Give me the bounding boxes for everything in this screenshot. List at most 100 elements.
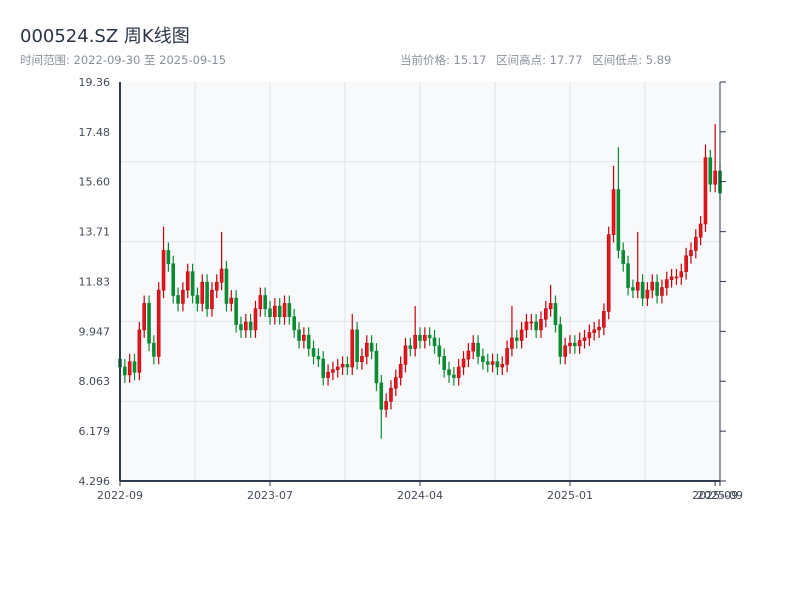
candle-up [210, 289, 214, 310]
candle-down [514, 337, 519, 341]
candle-up [181, 289, 185, 304]
candle-down [418, 334, 422, 341]
candle-down [369, 342, 374, 352]
candle-up [389, 387, 393, 402]
candle-down [408, 345, 413, 349]
candle-up [398, 364, 403, 378]
candle-up [490, 361, 495, 365]
candle-up [684, 255, 688, 272]
candle-down [481, 356, 485, 363]
candle-up [384, 401, 388, 410]
candle-down [316, 356, 321, 360]
candle-up [602, 311, 606, 328]
y-tick-label: 11.83 [79, 275, 111, 288]
candle-up [577, 340, 582, 347]
candle-up [510, 337, 514, 349]
candle-up [273, 305, 277, 317]
candle-up [156, 289, 161, 357]
candle-down [379, 382, 384, 410]
candle-down [239, 324, 243, 331]
candle-up [331, 369, 335, 373]
candle-down [534, 321, 538, 331]
candle-up [340, 364, 345, 368]
candle-up [611, 189, 616, 235]
candle-up [674, 276, 679, 279]
candle-down [640, 281, 645, 299]
candle-up [229, 297, 234, 304]
candle-up [253, 308, 258, 331]
candle-down [345, 364, 350, 368]
y-tick-label: 6.179 [79, 425, 111, 438]
candle-up [664, 279, 669, 288]
candle-up [529, 321, 534, 324]
candle-down [321, 358, 326, 378]
candle-down [224, 268, 229, 304]
candle-down [442, 356, 446, 370]
candle-up [698, 223, 703, 238]
plot-area: 4.296 6.179 8.063 9.947 11.83 13.71 15.60 17.48… [79, 76, 743, 502]
candle-down [432, 337, 437, 347]
candle-up [587, 332, 592, 339]
candle-up [650, 281, 655, 291]
candle-up [568, 342, 572, 347]
candle-up [161, 250, 166, 291]
candle-down [306, 334, 311, 349]
y-tick-label: 8.063 [79, 375, 111, 388]
candle-down [452, 374, 456, 378]
candle-down [573, 342, 577, 347]
candle-down [292, 316, 296, 331]
candle-up [679, 271, 684, 278]
candlestick-chart: 4.296 6.179 8.063 9.947 11.83 13.71 15.60 17.48… [79, 76, 743, 502]
y-tick-label: 9.947 [79, 325, 111, 338]
x-tick-label: 2025-09 [697, 489, 743, 502]
candle-down [427, 334, 432, 339]
candle-up [413, 334, 417, 349]
candle-up [519, 329, 524, 341]
candle-up [544, 308, 548, 320]
x-tick-label: 2025-01 [547, 489, 593, 502]
candle-down [355, 329, 359, 363]
candle-up [282, 303, 287, 317]
candle-down [626, 263, 630, 288]
y-tick-label: 15.60 [79, 176, 111, 189]
candle-down [476, 342, 480, 357]
candle-up [669, 276, 674, 280]
candle-down [123, 366, 127, 376]
candle-down [708, 157, 713, 185]
candle-down [171, 263, 176, 296]
candle-up [258, 295, 263, 310]
candle-up [597, 326, 601, 331]
candle-up [142, 303, 146, 331]
candle-up [466, 350, 471, 360]
candle-down [234, 297, 238, 325]
candle-up [364, 342, 369, 357]
candle-up [635, 281, 640, 291]
candle-down [495, 361, 500, 368]
candle-up [423, 334, 427, 341]
candle-up [592, 329, 596, 333]
candle-down [205, 281, 209, 310]
candle-down [485, 361, 490, 365]
candle-down [374, 350, 379, 384]
candle-up [350, 329, 355, 368]
x-tick-label: 2022-09 [97, 489, 143, 502]
candle-up [403, 345, 408, 365]
candle-up [335, 366, 340, 370]
candle-down [248, 321, 253, 331]
candle-up [660, 287, 664, 296]
candle-up [713, 170, 717, 185]
candle-up [302, 334, 306, 341]
candle-up [326, 371, 330, 378]
y-tick-label: 13.71 [79, 226, 111, 239]
candle-up [200, 281, 205, 304]
candle-up [500, 364, 505, 368]
candle-up [185, 271, 190, 291]
candle-up [582, 337, 587, 341]
candle-up [548, 303, 553, 310]
candle-up [645, 289, 650, 299]
candle-up [524, 321, 529, 331]
candle-down [263, 295, 267, 310]
candle-down [311, 348, 316, 357]
candle-down [447, 369, 451, 376]
candle-up [703, 157, 708, 225]
